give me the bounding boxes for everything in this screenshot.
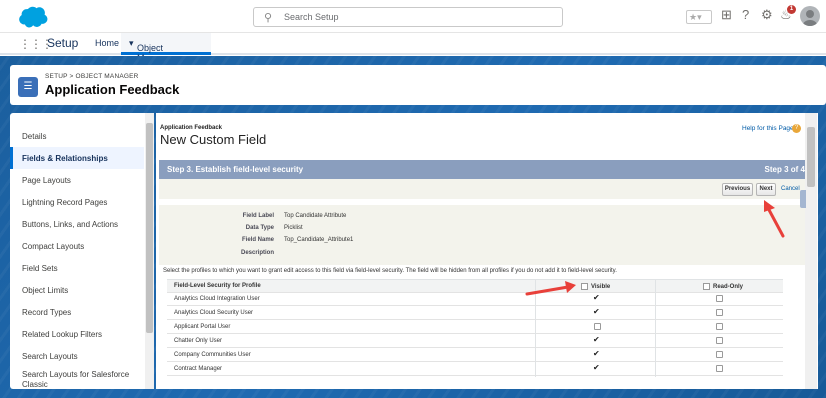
sidebar-scrollbar[interactable] [145, 113, 154, 389]
sidebar-item-lightning-record-pages[interactable]: Lightning Record Pages [10, 191, 144, 213]
page-title: Application Feedback [45, 82, 180, 97]
help-icon[interactable]: ? [792, 124, 801, 133]
main-content: Application Feedback New Custom Field He… [156, 113, 818, 389]
table-row: Analytics Cloud Security User ✔ [167, 307, 783, 320]
help-icon[interactable]: ? [742, 7, 749, 22]
step-title: Step 3. Establish field-level security [167, 165, 304, 174]
readonly-checkbox[interactable] [716, 365, 723, 372]
sidebar-item-field-sets[interactable]: Field Sets [10, 257, 144, 279]
readonly-all-checkbox[interactable] [703, 283, 710, 290]
gear-icon[interactable]: ⚙ [761, 7, 773, 23]
profile-name: Analytics Cloud Integration User [174, 296, 260, 302]
sidebar-item-fields-relationships[interactable]: Fields & Relationships [10, 147, 144, 169]
readonly-checkbox[interactable] [716, 323, 723, 330]
profile-name: Chatter Only User [174, 338, 223, 344]
sidebar: Details Fields & Relationships Page Layo… [10, 113, 154, 389]
previous-button[interactable]: Previous [722, 183, 753, 196]
visible-checkbox[interactable]: ✔ [593, 350, 600, 358]
cancel-link[interactable]: Cancel [781, 186, 800, 192]
sidebar-item-buttons-links-actions[interactable]: Buttons, Links, and Actions [10, 213, 144, 235]
app-navigation: ⋮⋮⋮ Setup Home Object Manager ▾ [0, 33, 826, 63]
col-readonly-header: Read-Only [713, 284, 744, 290]
sidebar-item-object-limits[interactable]: Object Limits [10, 279, 144, 301]
main-scroll-thumb[interactable] [807, 127, 815, 187]
table-row: Analytics Cloud Integration User ✔ [167, 293, 783, 306]
side-panel-tab[interactable] [800, 190, 806, 208]
data-type-value: Picklist [284, 225, 303, 231]
field-name-label: Field Name [241, 237, 274, 243]
sidebar-item-search-layouts[interactable]: Search Layouts [10, 345, 144, 367]
readonly-checkbox[interactable] [716, 309, 723, 316]
field-name-value: Top_Candidate_Attribute1 [284, 237, 354, 243]
search-placeholder: Search Setup [284, 12, 339, 22]
readonly-checkbox[interactable] [716, 295, 723, 302]
search-input[interactable]: ⚲ Search Setup [253, 7, 563, 27]
favorites-button[interactable]: ★▾ [686, 10, 712, 24]
step-counter: Step 3 of 4 [764, 165, 805, 174]
wizard-title: New Custom Field [160, 132, 267, 147]
column-divider [655, 279, 656, 377]
profile-name: Applicant Portal User [174, 324, 231, 330]
sidebar-item-compact-layouts[interactable]: Compact Layouts [10, 235, 144, 257]
visible-checkbox[interactable]: ✔ [593, 308, 600, 316]
tab-home[interactable]: Home [95, 38, 119, 48]
global-header: ⚲ Search Setup ★▾ ⊞ ? ⚙ ♨ 1 [0, 0, 826, 33]
sidebar-item-related-lookup-filters[interactable]: Related Lookup Filters [10, 323, 144, 345]
annotation-arrow-next [764, 200, 785, 238]
field-info: Field Label Top Candidate Attribute Data… [159, 205, 809, 265]
table-row: Chatter Only User ✔ [167, 335, 783, 348]
object-label: Application Feedback [160, 125, 223, 131]
sidebar-item-search-layouts-classic[interactable]: Search Layouts for Salesforce Classic [10, 366, 130, 389]
table-row: Applicant Portal User [167, 321, 783, 334]
instructions: Select the profiles to which you want to… [163, 268, 617, 274]
sidebar-item-details[interactable]: Details [10, 125, 144, 147]
button-bar: Previous Next Cancel [159, 179, 809, 199]
avatar[interactable] [800, 6, 820, 26]
table-row: Contract Manager ✔ [167, 363, 783, 376]
visible-checkbox[interactable]: ✔ [593, 294, 600, 302]
add-icon[interactable]: ⊞ [721, 7, 732, 23]
col-visible-header: Visible [591, 284, 611, 290]
next-button[interactable]: Next [756, 183, 776, 196]
tab-object-manager[interactable]: Object Manager ▾ [121, 33, 211, 63]
search-icon: ⚲ [264, 12, 273, 24]
field-label-label: Field Label [242, 213, 274, 219]
object-header: ☰ SETUP > OBJECT MANAGER Application Fee… [10, 65, 826, 105]
readonly-checkbox[interactable] [716, 337, 723, 344]
data-type-label: Data Type [245, 225, 274, 231]
profile-name: Contract Manager [174, 366, 223, 372]
table-row: Company Communities User ✔ [167, 349, 783, 362]
readonly-checkbox[interactable] [716, 351, 723, 358]
profile-name: Company Communities User [174, 352, 251, 358]
sidebar-item-page-layouts[interactable]: Page Layouts [10, 169, 144, 191]
col-profile-header: Field-Level Security for Profile [174, 283, 261, 289]
salesforce-logo[interactable] [14, 6, 48, 28]
table-header: Field-Level Security for Profile Visible… [167, 279, 783, 293]
field-label-value: Top Candidate Attribute [284, 213, 347, 219]
notification-badge: 1 [787, 5, 796, 14]
app-name: Setup [47, 36, 79, 50]
main-scrollbar[interactable] [805, 113, 817, 389]
breadcrumb[interactable]: SETUP > OBJECT MANAGER [45, 73, 139, 80]
visible-checkbox[interactable] [594, 323, 601, 330]
help-link[interactable]: Help for this Page [742, 125, 794, 132]
description-label: Description [240, 250, 274, 256]
step-header: Step 3. Establish field-level security S… [159, 160, 809, 179]
layers-icon: ☰ [18, 77, 38, 97]
sidebar-scroll-thumb[interactable] [146, 123, 153, 333]
visible-all-checkbox[interactable] [581, 283, 588, 290]
profile-name: Analytics Cloud Security User [174, 310, 254, 316]
visible-checkbox[interactable]: ✔ [593, 336, 600, 344]
visible-checkbox[interactable]: ✔ [593, 364, 600, 372]
annotation-arrow-visible [525, 281, 576, 296]
sidebar-item-record-types[interactable]: Record Types [10, 301, 144, 323]
